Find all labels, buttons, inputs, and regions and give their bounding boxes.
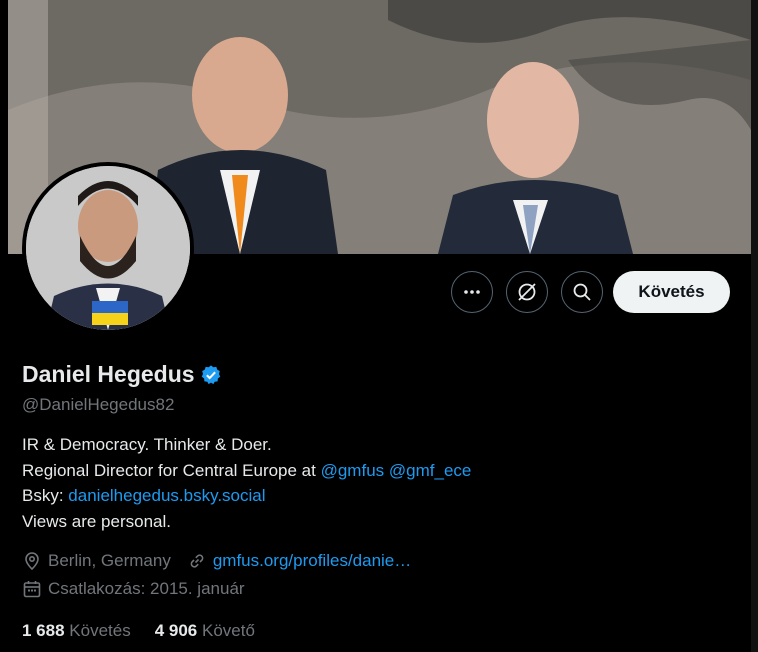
- bio-line: Bsky: danielhegedus.bsky.social: [22, 483, 722, 509]
- profile-meta-row: Berlin, Germany gmfus.org/profiles/danie…: [22, 551, 411, 571]
- bio-text: Regional Director for Central Europe at: [22, 460, 321, 480]
- followers-count: 4 906: [154, 621, 198, 640]
- following-count: 1 688: [22, 621, 65, 640]
- bio-line: IR & Democracy. Thinker & Doer.: [22, 435, 272, 454]
- website-link[interactable]: gmfus.org/profiles/danie…: [213, 551, 411, 571]
- profile-name: Daniel Hegedus: [22, 361, 195, 387]
- following-label: Követés: [69, 621, 131, 640]
- location-icon: [25, 552, 39, 571]
- bio-line: Views are personal.: [22, 511, 171, 531]
- following-stat[interactable]: 1 688 Követés: [22, 621, 131, 641]
- bio-line: Regional Director for Central Europe at …: [22, 458, 722, 484]
- scrollbar[interactable]: [751, 0, 758, 652]
- profile-bio: IR & Democracy. Thinker & Doer. Regional…: [22, 432, 722, 534]
- mention-gmf-ece-link[interactable]: @gmf_ece: [389, 461, 471, 480]
- profile-handle: @DanielHegedus82: [22, 395, 175, 414]
- bsky-link[interactable]: danielhegedus.bsky.social: [68, 486, 265, 505]
- profile-name-row: Daniel Hegedus: [22, 361, 222, 388]
- avatar-image: [26, 166, 190, 330]
- location-text: Berlin, Germany: [48, 551, 171, 570]
- mention-gmfus-link[interactable]: @gmfus: [321, 461, 385, 480]
- followers-stat[interactable]: 4 906 Követő: [155, 621, 255, 641]
- grok-icon: [518, 283, 536, 301]
- calendar-icon: [23, 581, 41, 598]
- follow-button[interactable]: Követés: [613, 271, 730, 313]
- profile-joined-row: Csatlakozás: 2015. január: [22, 579, 245, 599]
- grok-button[interactable]: [506, 271, 548, 313]
- verified-badge-icon[interactable]: [200, 364, 222, 386]
- search-icon: [573, 283, 591, 301]
- link-icon: [190, 554, 204, 568]
- more-button[interactable]: [451, 271, 493, 313]
- profile-stats: 1 688 Követés 4 906 Követő: [22, 621, 279, 641]
- more-icon: [464, 290, 480, 294]
- search-button[interactable]: [561, 271, 603, 313]
- followers-label: Követő: [202, 621, 255, 640]
- avatar[interactable]: [22, 162, 194, 334]
- joined-text: Csatlakozás: 2015. január: [48, 579, 245, 598]
- bio-text: Bsky:: [22, 486, 69, 505]
